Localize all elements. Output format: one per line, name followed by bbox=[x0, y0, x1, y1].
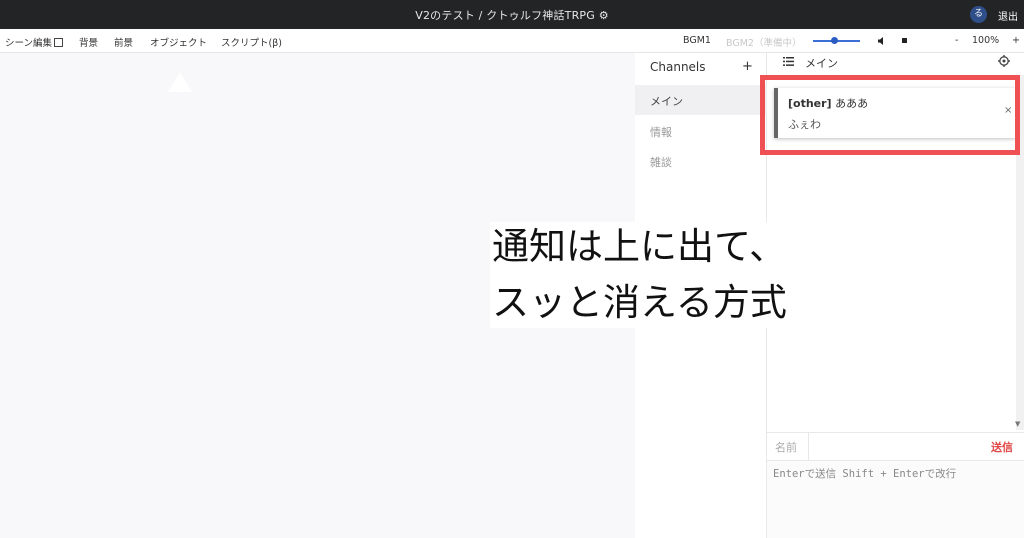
exit-button[interactable]: 退出 bbox=[998, 8, 1018, 23]
scene-edit-checkbox[interactable] bbox=[54, 38, 64, 47]
scene-edit-label: シーン編集 bbox=[5, 38, 53, 49]
channel-item-info[interactable]: 情報 bbox=[635, 116, 767, 146]
zoom-out-button[interactable]: - bbox=[955, 35, 958, 46]
stop-icon[interactable] bbox=[902, 38, 907, 43]
name-bar: 名前 送信 bbox=[767, 432, 1024, 461]
zoom-level: 100% bbox=[972, 35, 1000, 46]
background-menu[interactable]: 背景 bbox=[79, 35, 98, 49]
name-divider bbox=[808, 433, 809, 461]
caption-line-1: 通知は上に出て、 bbox=[492, 225, 787, 268]
name-label[interactable]: 名前 bbox=[775, 439, 797, 455]
bgm1-button[interactable]: BGM1 bbox=[683, 35, 711, 46]
volume-slider-knob[interactable] bbox=[830, 37, 838, 44]
scene-edit-toggle[interactable]: シーン編集 bbox=[5, 35, 64, 49]
list-icon[interactable] bbox=[783, 57, 794, 66]
gear-icon[interactable] bbox=[998, 55, 1010, 67]
bgm2-button: BGM2（準備中） bbox=[726, 38, 802, 49]
user-avatar[interactable]: る bbox=[970, 6, 987, 23]
room-title[interactable]: V2のテスト / クトゥルフ神話TRPG ⚙ bbox=[0, 7, 1024, 23]
zoom-in-button[interactable]: + bbox=[1012, 35, 1020, 46]
message-input[interactable] bbox=[773, 466, 1018, 526]
chat-channel-name: メイン bbox=[805, 57, 838, 70]
channels-header: Channels bbox=[650, 60, 706, 74]
channel-item-chat[interactable]: 雑談 bbox=[635, 146, 767, 176]
message-input-area bbox=[767, 460, 1024, 538]
toggle-triangle-icon[interactable] bbox=[168, 72, 192, 92]
chat-header: メイン bbox=[767, 53, 1024, 73]
caption-line-2: スッと消える方式 bbox=[492, 281, 787, 324]
add-channel-button[interactable]: + bbox=[742, 59, 753, 74]
scroll-down-arrow-icon[interactable]: ▼ bbox=[1015, 420, 1020, 428]
title-bar: V2のテスト / クトゥルフ神話TRPG ⚙ る 退出 bbox=[0, 0, 1024, 29]
caption-overlay: 通知は上に出て、 スッと消える方式 bbox=[490, 222, 789, 328]
volume-slider[interactable] bbox=[813, 37, 860, 44]
speaker-icon[interactable] bbox=[878, 37, 885, 45]
script-menu[interactable]: スクリプト(β) bbox=[221, 35, 282, 49]
channel-item-main[interactable]: メイン bbox=[635, 85, 767, 115]
highlight-box bbox=[760, 75, 1020, 155]
foreground-menu[interactable]: 前景 bbox=[114, 35, 133, 49]
send-button[interactable]: 送信 bbox=[991, 439, 1013, 455]
toolbar: シーン編集 背景 前景 オブジェクト スクリプト(β) BGM1 BGM2（準備… bbox=[0, 29, 1024, 53]
object-menu[interactable]: オブジェクト bbox=[150, 35, 207, 49]
